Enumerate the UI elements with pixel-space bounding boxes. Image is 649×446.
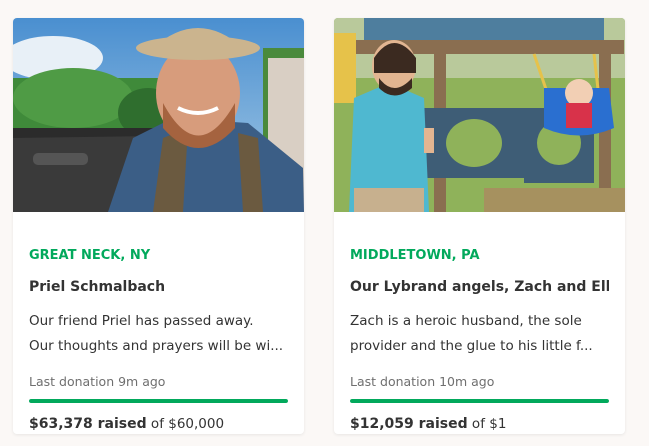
description-line-1: Our friend Priel has passed away. bbox=[29, 313, 254, 329]
amount-raised: $63,378 raised of $60,000 bbox=[29, 416, 224, 432]
amount-raised: $12,059 raised of $1 bbox=[350, 416, 506, 432]
last-donation: Last donation 9m ago bbox=[29, 374, 166, 389]
raised-amount: $12,059 raised bbox=[350, 416, 468, 432]
fundraiser-photo[interactable] bbox=[13, 18, 304, 212]
progress-fill bbox=[29, 399, 288, 403]
description-line-2: Our thoughts and prayers will be wi... bbox=[29, 338, 284, 354]
fundraiser-description: Our friend Priel has passed away. Our th… bbox=[29, 309, 288, 359]
description-line-1: Zach is a heroic husband, the sole bbox=[350, 313, 582, 329]
fundraiser-description: Zach is a heroic husband, the sole provi… bbox=[350, 309, 609, 359]
fundraiser-location: MIDDLETOWN, PA bbox=[350, 248, 480, 263]
description-line-2: provider and the glue to his little f... bbox=[350, 338, 593, 354]
fundraiser-photo[interactable] bbox=[334, 18, 625, 212]
raised-amount: $63,378 raised bbox=[29, 416, 147, 432]
fundraiser-title[interactable]: Our Lybrand angels, Zach and Ellie bbox=[350, 279, 609, 295]
fundraiser-card[interactable]: MIDDLETOWN, PA Our Lybrand angels, Zach … bbox=[334, 18, 625, 434]
progress-fill bbox=[350, 399, 609, 403]
goal-amount: of $1 bbox=[467, 416, 507, 432]
fundraiser-card[interactable]: GREAT NECK, NY Priel Schmalbach Our frie… bbox=[13, 18, 304, 434]
last-donation: Last donation 10m ago bbox=[350, 374, 495, 389]
progress-bar bbox=[350, 399, 609, 403]
progress-bar bbox=[29, 399, 288, 403]
fundraiser-location: GREAT NECK, NY bbox=[29, 248, 151, 263]
goal-amount: of $60,000 bbox=[146, 416, 225, 432]
fundraiser-title[interactable]: Priel Schmalbach bbox=[29, 279, 288, 295]
